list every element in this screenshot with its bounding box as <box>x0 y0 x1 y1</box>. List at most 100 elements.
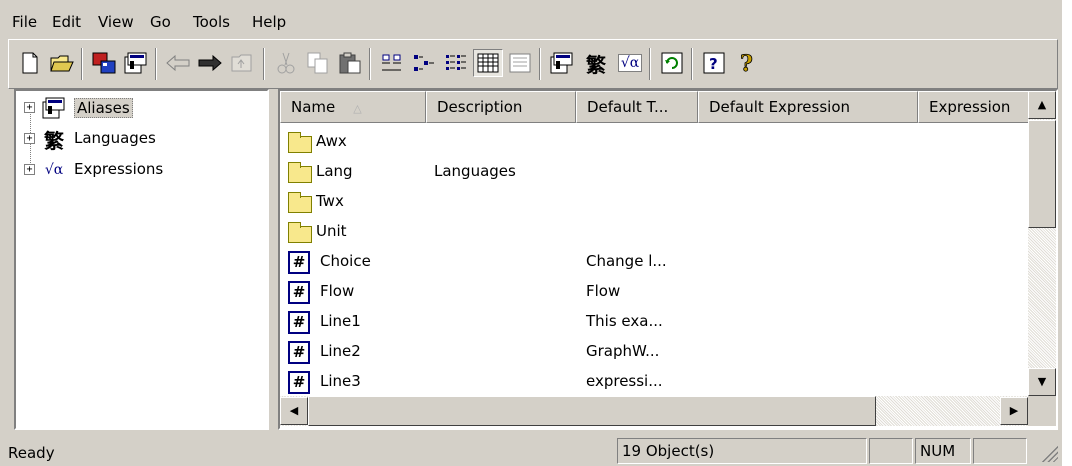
sort-ascending-icon: △ <box>353 102 362 115</box>
menu-edit[interactable]: Edit <box>52 13 81 31</box>
large-icons-view-icon[interactable] <box>377 49 407 77</box>
vertical-scrollbar[interactable]: ▲ ▼ <box>1028 91 1056 396</box>
expand-icon[interactable]: + <box>24 133 35 144</box>
column-header-description[interactable]: Description <box>426 91 576 123</box>
small-icons-view-icon[interactable] <box>409 49 439 77</box>
tree-item-label: Languages <box>74 129 156 147</box>
tree-item-label: Aliases <box>74 98 133 118</box>
expressions-icon[interactable]: √α <box>615 49 645 77</box>
cell-name: Line1 <box>320 312 361 330</box>
list-item[interactable]: # Line1 This exa... <box>280 307 1030 336</box>
open-icon[interactable] <box>47 49 77 77</box>
expressions-icon: √α <box>44 162 64 178</box>
menu-go[interactable]: Go <box>150 13 171 31</box>
toolbar-separator <box>539 48 541 80</box>
status-text: Ready <box>8 444 55 462</box>
toolbar-separator <box>81 48 83 80</box>
list-item[interactable]: Twx <box>280 187 1030 216</box>
copy-icon[interactable] <box>303 49 333 77</box>
column-header-row: Name △ Description Default T... Default E… <box>280 91 1056 123</box>
folder-icon <box>288 220 316 244</box>
scroll-up-button[interactable]: ▲ <box>1028 91 1056 119</box>
column-header-default-expression[interactable]: Default Expression <box>698 91 918 123</box>
app-window: File Edit View Go Tools Help 繁 √α ? ? + … <box>0 0 1062 466</box>
aliases-icon <box>40 95 68 121</box>
paste-icon[interactable] <box>335 49 365 77</box>
refresh-icon[interactable] <box>657 49 687 77</box>
cell-default-t: GraphW... <box>586 342 660 360</box>
cut-icon[interactable] <box>271 49 301 77</box>
tree-pane[interactable]: + Aliases + 繁 Languages + √α Expressions <box>14 89 269 430</box>
hash-document-icon: # <box>288 310 316 334</box>
cell-name: Awx <box>316 132 347 150</box>
hash-document-icon: # <box>288 340 316 364</box>
list-view-icon[interactable] <box>441 49 471 77</box>
expand-icon[interactable]: + <box>24 164 35 175</box>
preview-view-icon[interactable] <box>505 49 535 77</box>
list-item[interactable]: # Choice Change l... <box>280 247 1030 276</box>
num-lock-indicator: NUM <box>915 438 971 464</box>
toolbar-separator <box>691 48 693 80</box>
list-item[interactable]: # Line3 expressi... <box>280 367 1030 396</box>
tree-item-label: Expressions <box>74 160 164 178</box>
help-topics-icon[interactable]: ? <box>699 49 729 77</box>
menu-bar: File Edit View Go Tools Help <box>0 2 1062 38</box>
horizontal-scrollbar[interactable]: ◀ ▶ <box>280 396 1028 426</box>
cell-default-t: This exa... <box>586 312 663 330</box>
expand-icon[interactable]: + <box>24 102 35 113</box>
list-item[interactable]: Awx <box>280 127 1030 156</box>
svg-text:?: ? <box>709 55 718 73</box>
status-bar: Ready 19 Object(s) NUM <box>0 436 1062 466</box>
svg-text:?: ? <box>740 51 753 75</box>
horizontal-scroll-thumb[interactable] <box>308 396 876 426</box>
new-icon[interactable] <box>15 49 45 77</box>
menu-view[interactable]: View <box>98 13 134 31</box>
list-pane[interactable]: Name △ Description Default T... Default E… <box>278 89 1058 430</box>
folder-icon <box>288 190 316 214</box>
menu-tools[interactable]: Tools <box>193 13 230 31</box>
forward-icon[interactable] <box>195 49 225 77</box>
list-item[interactable]: # Flow Flow <box>280 277 1030 306</box>
pane-splitter[interactable] <box>269 89 278 430</box>
resize-grip-icon[interactable] <box>1040 444 1058 462</box>
up-folder-icon[interactable] <box>227 49 257 77</box>
back-icon[interactable] <box>163 49 193 77</box>
toolbar-separator <box>263 48 265 80</box>
languages-icon: 繁 <box>44 128 64 153</box>
properties-icon[interactable] <box>121 49 151 77</box>
cell-name: Unit <box>316 222 347 240</box>
toolbar-separator <box>155 48 157 80</box>
cell-description: Languages <box>434 162 516 180</box>
cell-name: Lang <box>316 162 353 180</box>
languages-icon[interactable]: 繁 <box>581 49 611 77</box>
menu-file[interactable]: File <box>12 13 37 31</box>
folder-icon <box>288 130 316 154</box>
details-view-icon[interactable] <box>473 49 503 77</box>
column-header-expression[interactable]: Expression <box>918 91 1030 123</box>
cell-default-t: Flow <box>586 282 621 300</box>
tree-item-aliases[interactable]: + Aliases <box>16 93 266 123</box>
vertical-scroll-thumb[interactable] <box>1028 120 1056 228</box>
scrollbar-corner <box>1028 396 1056 426</box>
tree-item-languages[interactable]: + 繁 Languages <box>16 124 266 154</box>
list-item[interactable]: Unit <box>280 217 1030 246</box>
toolbar-separator <box>649 48 651 80</box>
scroll-left-button[interactable]: ◀ <box>280 397 308 425</box>
scroll-down-button[interactable]: ▼ <box>1028 368 1056 396</box>
hash-document-icon: # <box>288 250 316 274</box>
column-header-name[interactable]: Name △ <box>280 91 426 123</box>
status-panel-empty <box>973 438 1027 464</box>
folder-icon <box>288 160 316 184</box>
scroll-right-button[interactable]: ▶ <box>1000 397 1028 425</box>
tree-item-expressions[interactable]: + √α Expressions <box>16 155 266 185</box>
connect-icon[interactable] <box>89 49 119 77</box>
aliases-icon[interactable] <box>547 49 577 77</box>
cell-name: Choice <box>320 252 371 270</box>
menu-help[interactable]: Help <box>252 13 286 31</box>
toolbar: 繁 √α ? ? <box>8 39 1058 89</box>
list-item[interactable]: Lang Languages <box>280 157 1030 186</box>
window-edge <box>1062 0 1072 466</box>
list-item[interactable]: # Line2 GraphW... <box>280 337 1030 366</box>
column-header-default-t[interactable]: Default T... <box>576 91 698 123</box>
whats-this-icon[interactable]: ? <box>731 49 761 77</box>
